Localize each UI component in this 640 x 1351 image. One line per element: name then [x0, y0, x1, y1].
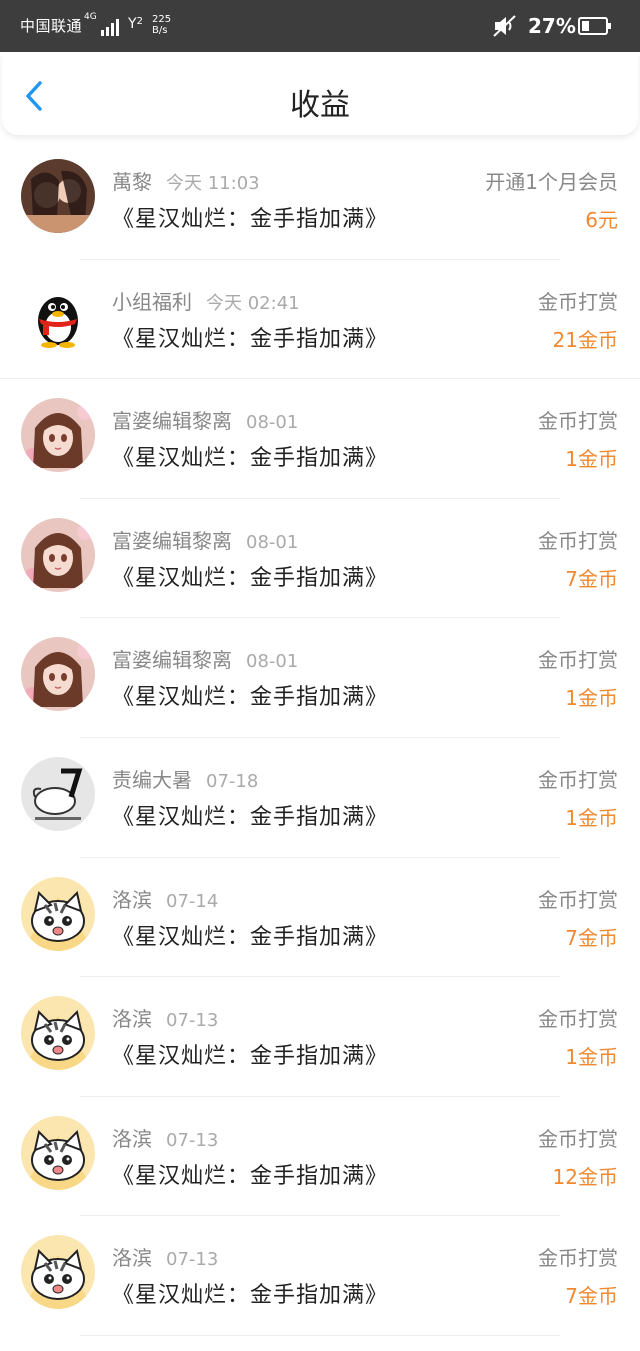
earning-type: 金币打赏 [538, 648, 618, 673]
book-title: 《星汉灿烂：金手指加满》 [112, 685, 389, 711]
user-name[interactable]: 洛滨 [112, 1007, 152, 1031]
timestamp: 07-13 [166, 1010, 219, 1032]
earning-item[interactable]: 洛滨 07-13 《星汉灿烂：金手指加满》 金币打赏 1金币 [0, 977, 640, 1097]
anime-girl-avatar[interactable] [21, 637, 95, 712]
name-line: 富婆编辑黎离 08-01 [112, 525, 298, 554]
user-name[interactable]: 小组福利 [112, 290, 192, 314]
earning-amount: 7金币 [565, 925, 618, 950]
timestamp: 08-01 [246, 412, 299, 434]
wifi-count: 2 [136, 16, 143, 27]
photo-avatar[interactable] [21, 159, 95, 233]
name-line: 洛滨 07-13 [112, 1003, 218, 1032]
user-name[interactable]: 富婆编辑黎离 [112, 648, 232, 672]
earning-amount: 1金币 [565, 1045, 618, 1070]
timestamp: 07-13 [166, 1249, 219, 1271]
divider [80, 1334, 560, 1336]
earning-amount: 21金币 [552, 327, 618, 352]
battery-percent: 27% [528, 14, 576, 38]
status-bar: 中国联通 4G Y2 225 B/s 27% [0, 0, 640, 52]
earning-type: 金币打赏 [538, 1007, 618, 1032]
earnings-list: 萬黎 今天 11:03 《星汉灿烂：金手指加满》 开通1个月会员 6元小组福利 今天 02… [0, 140, 640, 1336]
timestamp: 08-01 [246, 531, 299, 553]
timestamp: 08-01 [246, 651, 299, 673]
user-name[interactable]: 洛滨 [112, 888, 152, 912]
user-name[interactable]: 洛滨 [112, 1127, 152, 1151]
name-line: 富婆编辑黎离 08-01 [112, 644, 298, 673]
earning-item[interactable]: 洛滨 07-13 《星汉灿烂：金手指加满》 金币打赏 7金币 [0, 1216, 640, 1336]
book-title: 《星汉灿烂：金手指加满》 [112, 326, 389, 352]
name-line: 小组福利 今天 02:41 [112, 286, 300, 315]
battery-icon [578, 17, 611, 35]
earning-type: 金币打赏 [538, 1126, 618, 1151]
book-title: 《星汉灿烂：金手指加满》 [112, 924, 389, 950]
earning-type: 开通1个月会员 [485, 170, 618, 194]
earning-type: 金币打赏 [538, 887, 618, 912]
network-type-label: 4G [84, 12, 97, 22]
name-line: 萬黎 今天 11:03 [112, 166, 260, 195]
book-title: 《星汉灿烂：金手指加满》 [112, 1044, 389, 1070]
earning-amount: 1金币 [565, 686, 618, 711]
user-name[interactable]: 洛滨 [112, 1246, 152, 1270]
cartoon-cat-avatar[interactable] [21, 876, 95, 951]
name-line: 富婆编辑黎离 08-01 [112, 405, 298, 434]
app-header: 收益 [2, 53, 638, 135]
earning-item[interactable]: 责编大暑 07-18 《星汉灿烂：金手指加满》 金币打赏 1金币 [0, 738, 640, 858]
user-name[interactable]: 富婆编辑黎离 [112, 409, 232, 433]
qq-penguin-avatar[interactable] [21, 278, 95, 353]
earning-amount: 7金币 [565, 566, 618, 591]
earning-item[interactable]: 富婆编辑黎离 08-01 《星汉灿烂：金手指加满》 金币打赏 7金币 [0, 499, 640, 619]
cartoon-cat-avatar[interactable] [21, 1115, 95, 1190]
earning-amount: 12金币 [552, 1164, 618, 1189]
earning-type: 金币打赏 [538, 409, 618, 434]
earning-type: 金币打赏 [538, 528, 618, 553]
timestamp: 今天 02:41 [206, 292, 300, 314]
name-line: 责编大暑 07-18 [112, 764, 258, 793]
timestamp: 07-13 [166, 1129, 219, 1151]
carrier-label: 中国联通 [20, 17, 83, 35]
anime-girl-avatar[interactable] [21, 517, 95, 592]
book-title: 《星汉灿烂：金手指加满》 [112, 565, 389, 591]
earning-amount: 6元 [585, 208, 618, 232]
earning-item[interactable]: 萬黎 今天 11:03 《星汉灿烂：金手指加满》 开通1个月会员 6元 [0, 140, 640, 260]
timestamp: 今天 11:03 [166, 173, 260, 194]
earning-item[interactable]: 洛滨 07-14 《星汉灿烂：金手指加满》 金币打赏 7金币 [0, 858, 640, 978]
earning-amount: 1金币 [565, 805, 618, 830]
cartoon-cat-avatar[interactable] [21, 996, 95, 1071]
timestamp: 07-14 [166, 890, 219, 912]
book-title: 《星汉灿烂：金手指加满》 [112, 1163, 389, 1189]
earning-item[interactable]: 富婆编辑黎离 08-01 《星汉灿烂：金手指加满》 金币打赏 1金币 [0, 618, 640, 738]
name-line: 洛滨 07-13 [112, 1242, 218, 1271]
earning-type: 金币打赏 [538, 767, 618, 792]
book-title: 《星汉灿烂：金手指加满》 [112, 207, 389, 232]
page-title: 收益 [290, 88, 350, 123]
earning-item[interactable]: 小组福利 今天 02:41 《星汉灿烂：金手指加满》 金币打赏 21金币 [0, 260, 640, 380]
user-name[interactable]: 富婆编辑黎离 [112, 529, 232, 553]
cartoon-cat-avatar[interactable] [21, 1235, 95, 1310]
name-line: 洛滨 07-14 [112, 884, 218, 913]
speed-value: 225 [152, 14, 172, 25]
earning-amount: 1金币 [565, 447, 618, 472]
sketch-avatar[interactable] [21, 756, 95, 831]
wifi-icon: Y2 [128, 16, 143, 32]
earning-item[interactable]: 富婆编辑黎离 08-01 《星汉灿烂：金手指加满》 金币打赏 1金币 [0, 379, 640, 499]
mute-icon [493, 15, 516, 37]
earning-type: 金币打赏 [538, 289, 618, 314]
user-name[interactable]: 责编大暑 [112, 768, 192, 792]
earning-amount: 7金币 [565, 1284, 618, 1309]
earning-item[interactable]: 洛滨 07-13 《星汉灿烂：金手指加满》 金币打赏 12金币 [0, 1097, 640, 1217]
signal-icon [101, 19, 119, 36]
timestamp: 07-18 [206, 770, 259, 792]
book-title: 《星汉灿烂：金手指加满》 [112, 446, 389, 472]
user-name[interactable]: 萬黎 [112, 170, 152, 194]
name-line: 洛滨 07-13 [112, 1123, 218, 1152]
speed-unit: B/s [152, 25, 168, 36]
earning-type: 金币打赏 [538, 1246, 618, 1271]
book-title: 《星汉灿烂：金手指加满》 [112, 1283, 389, 1309]
network-speed: 225 B/s [152, 14, 171, 36]
book-title: 《星汉灿烂：金手指加满》 [112, 804, 389, 830]
anime-girl-avatar[interactable] [21, 398, 95, 473]
